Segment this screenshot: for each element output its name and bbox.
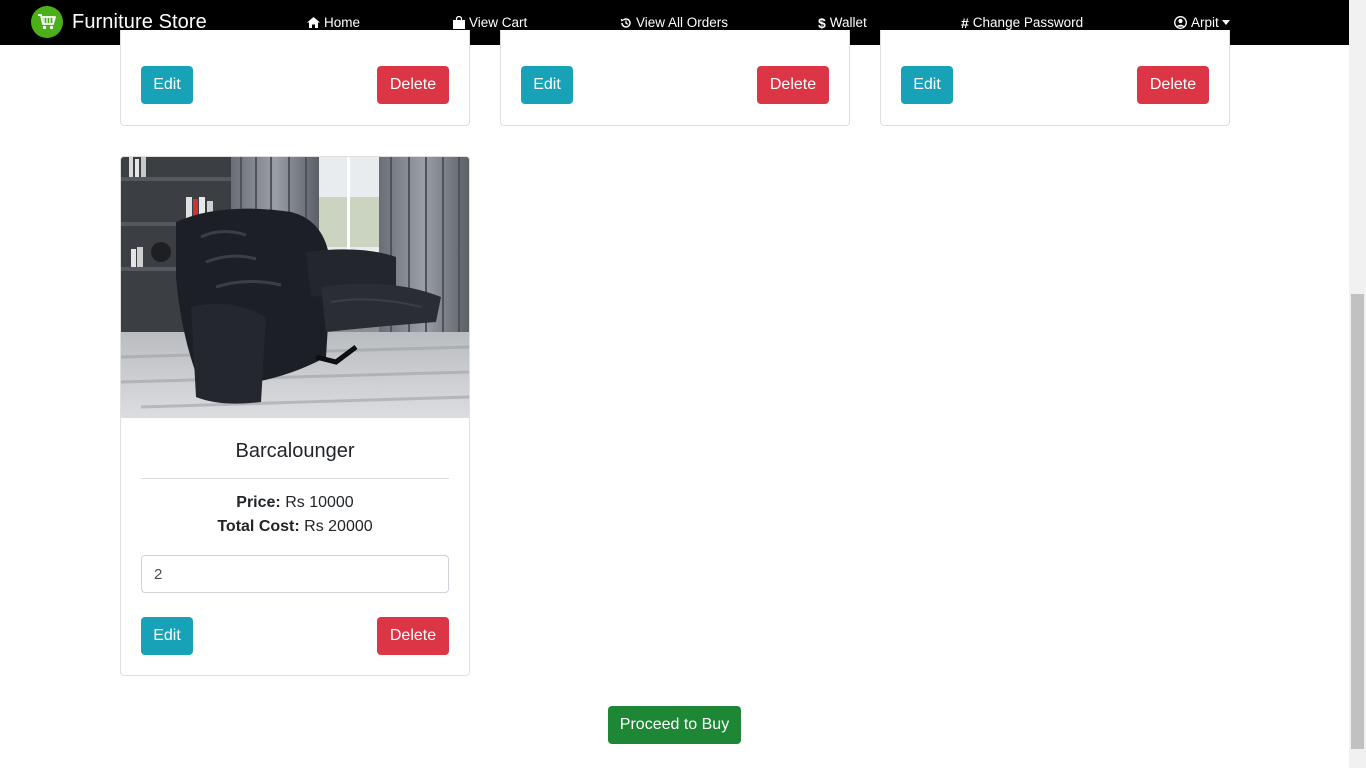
cart-logo-icon [31, 6, 63, 38]
price-line: Price: Rs 10000 [121, 494, 469, 512]
divider [141, 478, 449, 479]
edit-button[interactable]: Edit [141, 617, 193, 655]
edit-button[interactable]: Edit [141, 66, 193, 104]
chevron-down-icon [1221, 20, 1230, 25]
delete-button[interactable]: Delete [377, 617, 449, 655]
nav-user-label: Arpit [1191, 15, 1219, 30]
hashtag-icon: # [961, 14, 969, 31]
nav-view-all-orders-label: View All Orders [636, 15, 729, 30]
quantity-input[interactable] [141, 555, 449, 593]
user-circle-icon [1174, 16, 1187, 29]
edit-button[interactable]: Edit [521, 66, 573, 104]
price-value: Rs 10000 [285, 494, 354, 511]
dollar-icon: $ [818, 14, 826, 31]
nav-wallet-label: Wallet [829, 15, 867, 30]
nav-home-label: Home [324, 15, 361, 30]
home-icon [307, 17, 320, 28]
nav-view-cart-label: View Cart [469, 15, 528, 30]
total-cost-line: Total Cost: Rs 20000 [121, 518, 469, 536]
cart-item-card-barcalounger: Barcalounger Price: Rs 10000 Total Cost:… [120, 156, 470, 676]
total-cost-label: Total Cost: [217, 518, 300, 535]
scrollbar-thumb[interactable] [1351, 294, 1364, 749]
proceed-to-buy-button[interactable]: Proceed to Buy [608, 706, 741, 744]
edit-button[interactable]: Edit [901, 66, 953, 104]
price-label: Price: [236, 494, 281, 511]
nav-change-password-label: Change Password [972, 15, 1084, 30]
cart-item-card: Edit Delete [500, 30, 850, 126]
cart-item-card: Edit Delete [880, 30, 1230, 126]
product-image [121, 157, 469, 418]
total-cost-value: Rs 20000 [304, 518, 373, 535]
cart-item-card: Edit Delete [120, 30, 470, 126]
history-icon [620, 17, 632, 29]
delete-button[interactable]: Delete [757, 66, 829, 104]
delete-button[interactable]: Delete [1137, 66, 1209, 104]
shopping-bag-icon [453, 16, 465, 29]
delete-button[interactable]: Delete [377, 66, 449, 104]
product-name: Barcalounger [235, 440, 355, 462]
scrollbar[interactable] [1349, 0, 1366, 768]
